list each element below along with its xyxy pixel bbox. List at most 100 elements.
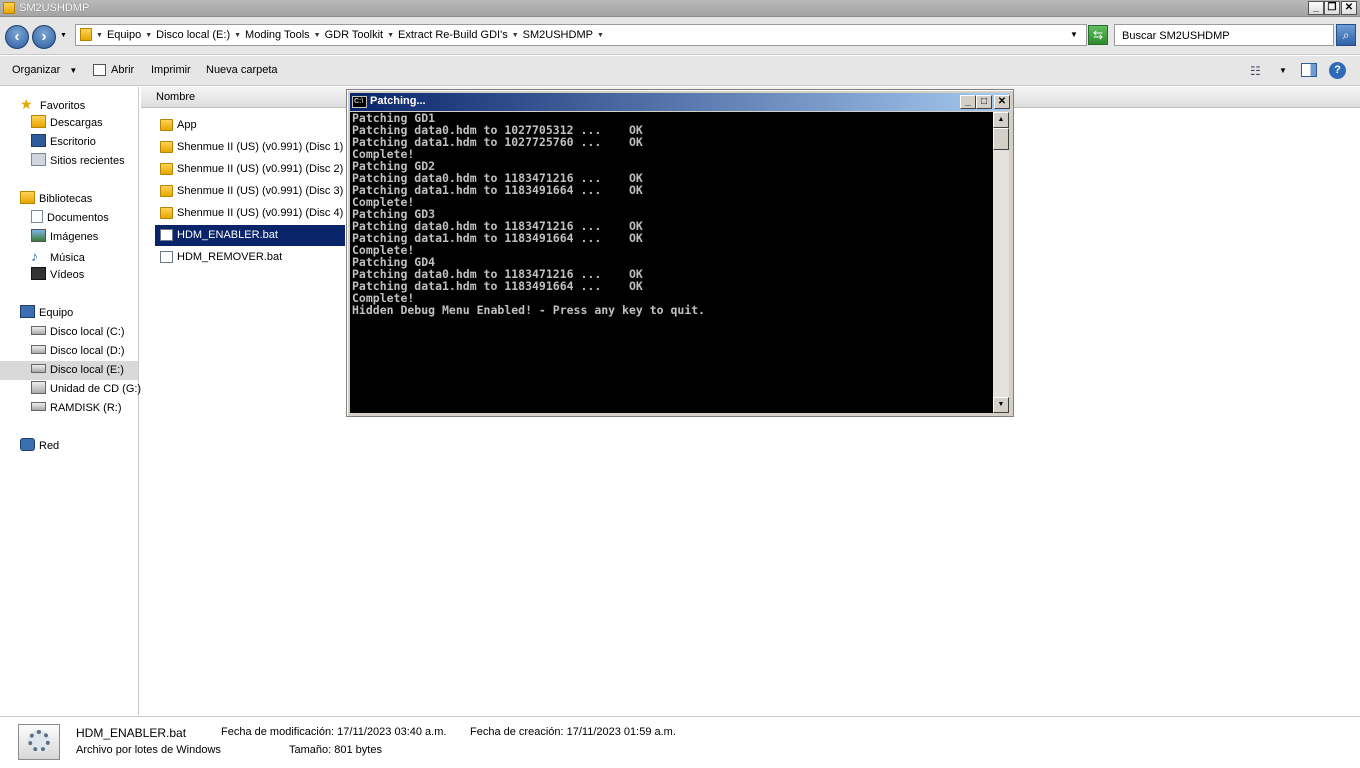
console-text: Patching GD1 Patching data0.hdm to 10277… (352, 112, 706, 317)
sidebar-item-disco-d[interactable]: Disco local (D:) (31, 342, 125, 361)
console-scrollbar[interactable]: ▲ ▼ (993, 112, 1009, 413)
scroll-up-button[interactable]: ▲ (993, 112, 1009, 128)
maximize-button[interactable]: ❐ (1324, 1, 1340, 15)
recent-places-icon (31, 153, 46, 166)
sidebar-item-unidad-cd[interactable]: Unidad de CD (G:) (31, 380, 141, 399)
batch-file-icon (160, 251, 173, 263)
back-button[interactable]: ‹ (5, 25, 29, 49)
column-name[interactable]: Nombre (156, 91, 195, 103)
sidebar-item-escritorio[interactable]: Escritorio (31, 133, 96, 152)
sidebar-item-musica[interactable]: ♪ Música (31, 247, 85, 266)
sidebar-item-sitios-recientes[interactable]: Sitios recientes (31, 152, 125, 171)
folder-icon (160, 119, 173, 131)
open-button[interactable]: Abrir (111, 64, 134, 76)
chevron-down-icon[interactable]: ▼ (512, 32, 519, 39)
crumb-extract-rebuild[interactable]: Extract Re-Build GDI's (398, 29, 508, 41)
crumb-sm2ushdmp[interactable]: SM2USHDMP (523, 29, 593, 41)
list-item-selected[interactable]: HDM_ENABLER.bat (155, 225, 345, 246)
batch-file-icon (160, 229, 173, 241)
console-close-button[interactable]: ✕ (994, 95, 1010, 109)
console-window[interactable]: C:\ Patching... _ □ ✕ Patching GD1 Patch… (346, 89, 1014, 417)
console-minimize-button[interactable]: _ (960, 95, 976, 109)
search-input[interactable]: Buscar SM2USHDMP (1114, 24, 1334, 46)
list-item[interactable]: HDM_REMOVER.bat (155, 247, 345, 268)
music-icon: ♪ (31, 248, 38, 264)
sidebar-item-bibliotecas[interactable]: Bibliotecas (20, 190, 92, 209)
folder-icon (160, 163, 173, 175)
command-bar: Organizar ▼ Abrir Imprimir Nueva carpeta… (0, 56, 1360, 86)
chevron-down-icon[interactable]: ▼ (314, 32, 321, 39)
documents-icon (31, 210, 43, 223)
console-maximize-button[interactable]: □ (976, 95, 992, 109)
console-output: Patching GD1 Patching data0.hdm to 10277… (350, 112, 993, 413)
details-modified: Fecha de modificación: 17/11/2023 03:40 … (221, 726, 447, 738)
view-options-icon[interactable]: ☷ (1250, 64, 1261, 78)
folder-icon (160, 207, 173, 219)
videos-icon (31, 267, 46, 280)
crumb-moding-tools[interactable]: Moding Tools (245, 29, 310, 41)
organize-button[interactable]: Organizar ▼ (12, 64, 77, 76)
sidebar-item-descargas[interactable]: Descargas (31, 114, 103, 133)
help-icon[interactable]: ? (1329, 62, 1346, 79)
console-icon: C:\ (352, 96, 367, 108)
breadcrumb: ▼ Equipo ▼ Disco local (E:) ▼ Moding Tools ▼ GD… (96, 29, 608, 41)
search-icon[interactable]: ⌕ (1336, 24, 1356, 46)
console-titlebar[interactable]: C:\ Patching... _ □ ✕ (350, 93, 1010, 111)
star-icon: ★ (20, 96, 33, 112)
list-item[interactable]: Shenmue II (US) (v0.991) (Disc 1) (155, 137, 345, 158)
window-titlebar[interactable]: SM2USHDMP _ ❐ ✕ (0, 0, 1360, 17)
sidebar-item-disco-c[interactable]: Disco local (C:) (31, 323, 125, 342)
sidebar-item-videos[interactable]: Vídeos (31, 266, 84, 285)
details-created: Fecha de creación: 17/11/2023 01:59 a.m. (470, 726, 676, 738)
downloads-folder-icon (31, 115, 46, 128)
close-button[interactable]: ✕ (1341, 1, 1357, 15)
address-toolbar: ‹ › ▼ ▼ Equipo ▼ Disco local (E:) ▼ Moding To… (0, 17, 1360, 55)
open-icon (93, 64, 106, 76)
drive-icon (31, 364, 46, 373)
crumb-equipo[interactable]: Equipo (107, 29, 141, 41)
scroll-thumb[interactable] (993, 128, 1009, 150)
address-bar[interactable]: ▼ Equipo ▼ Disco local (E:) ▼ Moding Tools ▼ GD… (75, 24, 1087, 46)
forward-button[interactable]: › (32, 25, 56, 49)
drive-icon (31, 402, 46, 411)
list-item[interactable]: Shenmue II (US) (v0.991) (Disc 3) (155, 181, 345, 202)
sidebar-item-documentos[interactable]: Documentos (31, 209, 109, 228)
chevron-down-icon[interactable]: ▼ (387, 32, 394, 39)
drive-icon (31, 326, 46, 335)
sidebar-item-favoritos[interactable]: ★ Favoritos (20, 95, 85, 114)
address-dropdown-icon[interactable]: ▼ (1070, 30, 1078, 39)
preview-pane-icon[interactable] (1301, 63, 1317, 77)
chevron-down-icon[interactable]: ▼ (234, 32, 241, 39)
crumb-disco-e[interactable]: Disco local (E:) (156, 29, 230, 41)
minimize-button[interactable]: _ (1308, 1, 1324, 15)
folder-icon (160, 141, 173, 153)
window-title: SM2USHDMP (19, 2, 90, 14)
sidebar-item-disco-e[interactable]: Disco local (E:) (0, 361, 138, 380)
details-file-type: Archivo por lotes de Windows (76, 744, 221, 756)
crumb-gdr-toolkit[interactable]: GDR Toolkit (325, 29, 383, 41)
new-folder-button[interactable]: Nueva carpeta (206, 64, 278, 76)
sidebar-item-ramdisk[interactable]: RAMDISK (R:) (31, 399, 122, 418)
chevron-down-icon[interactable]: ▼ (96, 32, 103, 39)
chevron-down-icon[interactable]: ▼ (145, 32, 152, 39)
folder-icon (160, 185, 173, 197)
view-dropdown-icon[interactable]: ▼ (1279, 66, 1287, 75)
sidebar-item-red[interactable]: Red (20, 437, 59, 456)
navigation-pane: ★ Favoritos Descargas Escritorio Sitios r… (0, 87, 141, 715)
list-item[interactable]: App (155, 115, 345, 136)
sidebar-item-equipo[interactable]: Equipo (20, 304, 73, 323)
recent-pages-dropdown[interactable]: ▼ (60, 32, 67, 39)
desktop-icon (31, 134, 46, 147)
list-item[interactable]: Shenmue II (US) (v0.991) (Disc 2) (155, 159, 345, 180)
drive-icon (31, 345, 46, 354)
refresh-button[interactable]: ⇆ (1088, 25, 1108, 45)
sidebar-item-imagenes[interactable]: Imágenes (31, 228, 98, 247)
list-item[interactable]: Shenmue II (US) (v0.991) (Disc 4) (155, 203, 345, 224)
console-title: Patching... (370, 95, 426, 107)
computer-icon (20, 305, 35, 318)
cd-drive-icon (31, 381, 46, 394)
scroll-down-button[interactable]: ▼ (993, 397, 1009, 413)
print-button[interactable]: Imprimir (151, 64, 191, 76)
folder-icon (3, 2, 15, 14)
chevron-down-icon[interactable]: ▼ (597, 32, 604, 39)
